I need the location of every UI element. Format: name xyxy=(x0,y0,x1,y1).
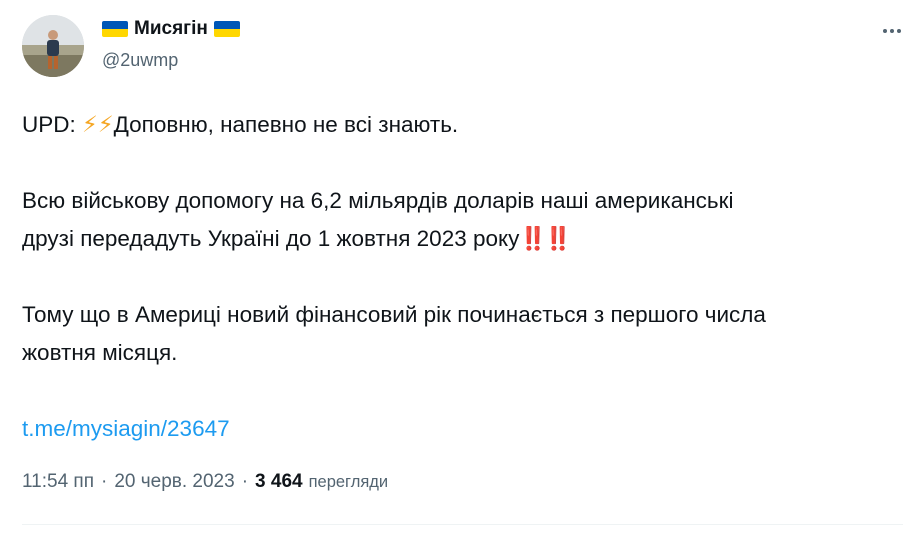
tweet-paragraph-text: Доповню, напевно не всі знають. xyxy=(113,112,459,137)
tweet-paragraph: Тому що в Америці новий фінансовий рік п… xyxy=(22,296,902,372)
more-horizontal-icon[interactable] xyxy=(874,18,910,44)
author-handle[interactable]: @2uwmp xyxy=(102,48,178,72)
tweet-paragraph-text: Всю військову допомогу на 6,2 мільярдів … xyxy=(22,188,734,213)
tweet-paragraph-text: жовтня місяця. xyxy=(22,340,178,365)
double-exclamation-emoji-icon: ‼️‼️ xyxy=(519,226,572,251)
tweet-date[interactable]: 20 черв. 2023 xyxy=(114,471,234,493)
divider xyxy=(22,524,903,525)
tweet-text: UPD: ⚡⚡Доповню, напевно не всі знають. В… xyxy=(22,106,902,486)
tweet-paragraph-text: друзі передадуть Україні до 1 жовтня 202… xyxy=(22,226,520,251)
tweet-time[interactable]: 11:54 пп xyxy=(22,471,94,493)
meta-separator: · xyxy=(241,471,249,492)
tweet-link[interactable]: t.me/mysiagin/23647 xyxy=(22,416,230,441)
ukraine-flag-icon xyxy=(213,21,240,37)
avatar[interactable] xyxy=(22,15,84,77)
tweet-paragraph: Всю військову допомогу на 6,2 мільярдів … xyxy=(22,182,902,258)
ukraine-flag-icon xyxy=(102,21,128,37)
meta-separator: · xyxy=(101,471,108,492)
author-name[interactable]: Мисягін xyxy=(134,16,208,42)
tweet-paragraph: UPD: ⚡⚡Доповню, напевно не всі знають. xyxy=(22,106,902,144)
tweet-paragraph-text: Тому що в Америці новий фінансовий рік п… xyxy=(22,302,766,327)
lightning-emoji-icon: ⚡⚡ xyxy=(82,112,114,137)
views-count[interactable]: 3 464 xyxy=(255,471,303,493)
tweet-meta: 11:54 пп · 20 черв. 2023 · 3 464 перегля… xyxy=(22,471,388,493)
upd-label: UPD: xyxy=(22,112,83,137)
tweet-link-paragraph: t.me/mysiagin/23647 xyxy=(22,410,902,448)
views-label: перегляди xyxy=(308,473,389,491)
author-name-row[interactable]: Мисягін xyxy=(102,16,240,42)
